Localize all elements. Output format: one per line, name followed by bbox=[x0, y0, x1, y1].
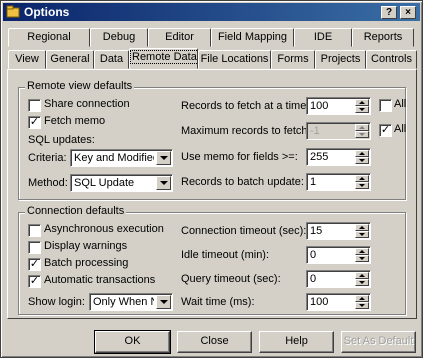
sql-updates-label: SQL updates: bbox=[28, 134, 95, 146]
chevron-down-icon[interactable] bbox=[156, 151, 171, 165]
tab-reports[interactable]: Reports bbox=[352, 28, 414, 47]
criteria-label: Criteria: bbox=[28, 152, 67, 164]
fetch-memo-label: Fetch memo bbox=[44, 115, 106, 127]
spin-down-icon bbox=[355, 231, 369, 238]
spin-up-icon bbox=[355, 272, 369, 279]
remote-view-legend: Remote view defaults bbox=[25, 80, 135, 92]
tab-ide[interactable]: IDE bbox=[294, 28, 352, 47]
batch-update-label: Records to batch update: bbox=[181, 176, 304, 188]
max-records-spinner[interactable]: -1 bbox=[306, 122, 371, 140]
tab-panel: Remote view defaults Share connection ✓ … bbox=[7, 69, 417, 319]
spin-down-icon bbox=[355, 279, 369, 286]
max-records-all-label: All bbox=[394, 123, 407, 135]
async-execution-label: Asynchronous execution bbox=[44, 223, 164, 235]
wait-time-label: Wait time (ms): bbox=[181, 296, 255, 308]
set-as-default-button[interactable]: Set As Default bbox=[341, 331, 416, 353]
tab-regional[interactable]: Regional bbox=[8, 28, 90, 47]
display-warnings-checkbox[interactable] bbox=[28, 241, 41, 254]
share-connection-label: Share connection bbox=[44, 98, 130, 110]
records-fetch-all-checkbox[interactable] bbox=[379, 99, 392, 112]
conn-timeout-label: Connection timeout (sec): bbox=[181, 225, 307, 237]
spin-down-icon bbox=[355, 106, 369, 113]
spin-up-icon bbox=[355, 150, 369, 157]
connection-defaults-group: Connection defaults Asynchronous executi… bbox=[18, 205, 406, 315]
max-records-all-checkbox[interactable]: ✓ bbox=[379, 124, 392, 137]
remote-view-defaults-group: Remote view defaults Share connection ✓ … bbox=[18, 80, 407, 200]
connection-legend: Connection defaults bbox=[25, 205, 127, 217]
chevron-down-icon[interactable] bbox=[156, 176, 171, 190]
tab-controls[interactable]: Controls bbox=[366, 50, 417, 69]
spin-down-icon bbox=[355, 157, 369, 164]
query-timeout-label: Query timeout (sec): bbox=[181, 273, 281, 285]
tab-field-mapping[interactable]: Field Mapping bbox=[211, 28, 294, 47]
show-login-dropdown[interactable]: Only When N bbox=[89, 293, 173, 311]
share-connection-checkbox[interactable] bbox=[28, 99, 41, 112]
tab-debug[interactable]: Debug bbox=[90, 28, 148, 47]
spin-up-icon bbox=[355, 124, 369, 131]
batch-update-spinner[interactable]: 1 bbox=[306, 173, 371, 191]
memo-fields-label: Use memo for fields >=: bbox=[181, 151, 298, 163]
show-login-label: Show login: bbox=[28, 296, 85, 308]
batch-processing-checkbox[interactable]: ✓ bbox=[28, 258, 41, 271]
spin-down-icon bbox=[355, 131, 369, 138]
auto-transactions-label: Automatic transactions bbox=[44, 274, 156, 286]
ok-button[interactable]: OK bbox=[94, 330, 171, 354]
memo-fields-spinner[interactable]: 255 bbox=[306, 148, 371, 166]
tab-projects[interactable]: Projects bbox=[315, 50, 366, 69]
tab-forms[interactable]: Forms bbox=[271, 50, 315, 69]
spin-up-icon bbox=[355, 248, 369, 255]
records-fetch-spinner[interactable]: 100 bbox=[306, 97, 371, 115]
options-app-icon bbox=[6, 5, 20, 18]
spin-down-icon bbox=[355, 302, 369, 309]
title-bar[interactable]: Options ? × bbox=[3, 3, 420, 21]
tab-file-locations[interactable]: File Locations bbox=[198, 50, 271, 69]
records-fetch-all-label: All bbox=[394, 98, 407, 110]
async-execution-checkbox[interactable] bbox=[28, 224, 41, 237]
tab-editor[interactable]: Editor bbox=[148, 28, 211, 47]
options-dialog: Options ? × Regional Debug Editor Field … bbox=[0, 0, 423, 358]
fetch-memo-checkbox[interactable]: ✓ bbox=[28, 116, 41, 129]
help-title-button[interactable]: ? bbox=[381, 6, 397, 19]
spin-up-icon bbox=[355, 175, 369, 182]
max-records-label: Maximum records to fetch: bbox=[181, 125, 311, 137]
spin-down-icon bbox=[355, 182, 369, 189]
tab-remote-data[interactable]: Remote Data bbox=[129, 48, 198, 69]
display-warnings-label: Display warnings bbox=[44, 240, 128, 252]
spin-down-icon bbox=[355, 255, 369, 262]
window-title: Options bbox=[24, 5, 70, 19]
wait-time-spinner[interactable]: 100 bbox=[306, 293, 371, 311]
tab-view[interactable]: View bbox=[8, 50, 46, 69]
auto-transactions-checkbox[interactable]: ✓ bbox=[28, 275, 41, 288]
method-label: Method: bbox=[28, 177, 68, 189]
query-timeout-spinner[interactable]: 0 bbox=[306, 270, 371, 288]
spin-up-icon bbox=[355, 99, 369, 106]
method-dropdown[interactable]: SQL Update bbox=[70, 174, 173, 192]
help-button[interactable]: Help bbox=[259, 331, 334, 353]
batch-processing-label: Batch processing bbox=[44, 257, 129, 269]
close-button[interactable]: Close bbox=[177, 331, 252, 353]
spin-up-icon bbox=[355, 224, 369, 231]
records-fetch-label: Records to fetch at a time: bbox=[181, 100, 310, 112]
conn-timeout-spinner[interactable]: 15 bbox=[306, 222, 371, 240]
close-window-button[interactable]: × bbox=[400, 6, 416, 19]
spin-up-icon bbox=[355, 295, 369, 302]
idle-timeout-label: Idle timeout (min): bbox=[181, 249, 270, 261]
chevron-down-icon[interactable] bbox=[156, 295, 171, 309]
idle-timeout-spinner[interactable]: 0 bbox=[306, 246, 371, 264]
tab-data[interactable]: Data bbox=[94, 50, 129, 69]
tab-general[interactable]: General bbox=[46, 50, 94, 69]
criteria-dropdown[interactable]: Key and Modified F bbox=[70, 149, 173, 167]
